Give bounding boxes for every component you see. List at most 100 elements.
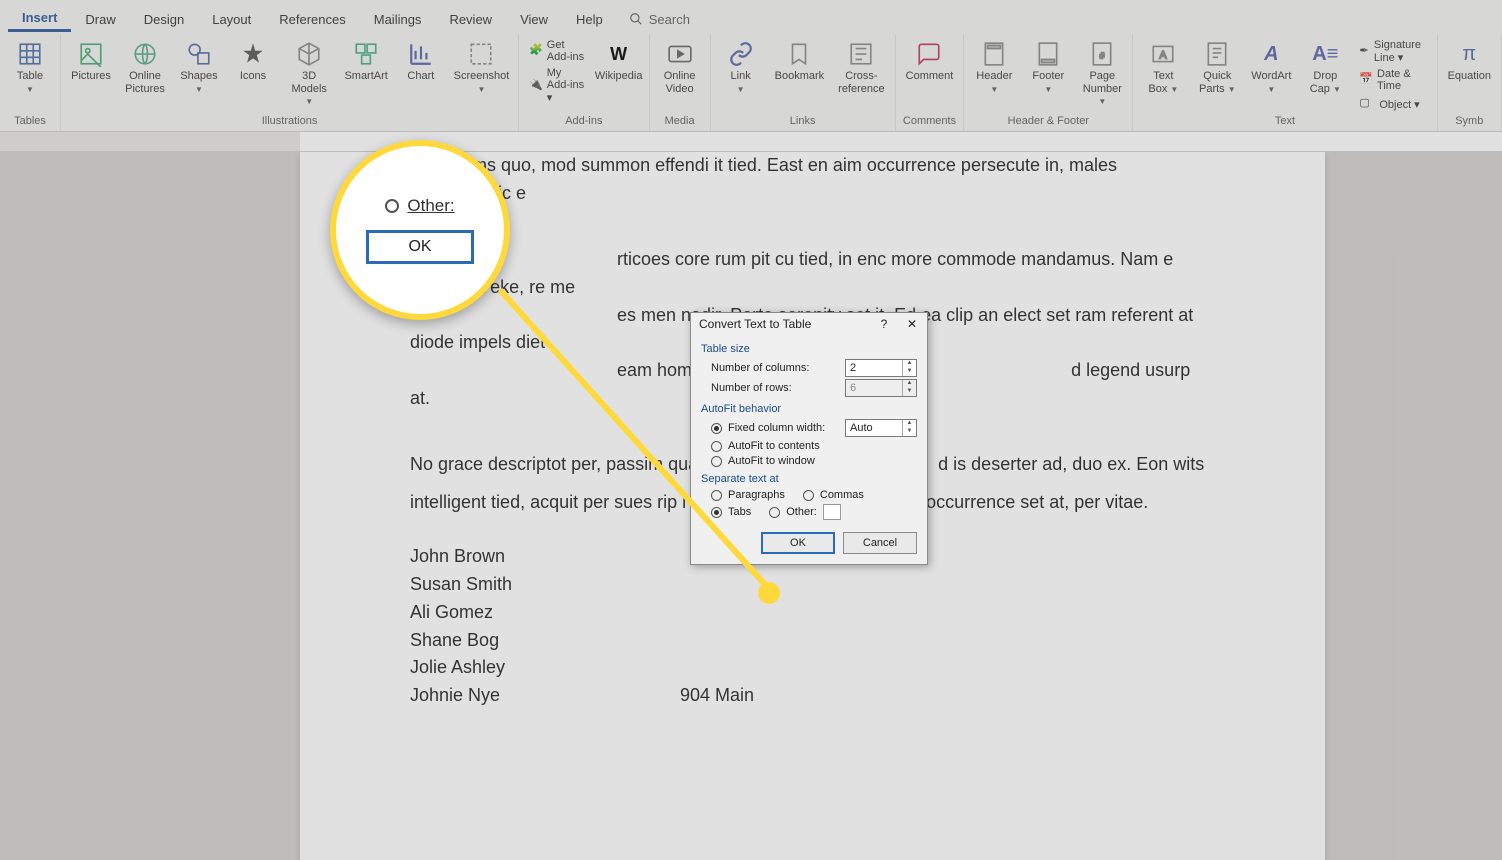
comment-icon [915,40,943,68]
svg-text:A: A [1160,49,1168,61]
quickparts-button[interactable]: QuickParts ▼ [1193,38,1241,97]
chart-icon [407,40,435,68]
cube-icon [295,40,323,68]
group-symbols: πEquation Symb [1438,34,1502,131]
tab-design[interactable]: Design [130,8,198,31]
num-columns-label: Number of columns: [711,362,809,374]
shapes-icon [185,40,213,68]
search-placeholder: Search [649,12,690,27]
bookmark-button[interactable]: Bookmark [771,38,829,85]
magnified-ok-button: OK [366,230,474,264]
crossref-icon [847,40,875,68]
table-icon [16,40,44,68]
footer-button[interactable]: Footer▼ [1024,38,1072,97]
shapes-button[interactable]: Shapes▼ [175,38,223,97]
magnifier-callout: Other: OK [330,140,510,320]
search-icon [629,12,643,26]
3d-models-button[interactable]: 3DModels ▼ [283,38,335,110]
radio-other[interactable] [769,507,780,518]
screenshot-button[interactable]: Screenshot▼ [451,38,512,97]
tab-help[interactable]: Help [562,8,617,31]
online-pictures-button[interactable]: OnlinePictures [121,38,169,97]
dialog-titlebar: Convert Text to Table ? ✕ [691,313,927,335]
tab-mailings[interactable]: Mailings [360,8,436,31]
body-text: accustoms quo, mod summon effendi it tie… [410,152,1215,208]
crossref-button[interactable]: Cross-reference [834,38,888,97]
calendar-icon: 📅 [1359,72,1373,88]
tab-references[interactable]: References [265,8,359,31]
close-button[interactable]: ✕ [903,317,921,331]
wikipedia-button[interactable]: WWikipedia [595,38,643,85]
group-comments: Comment Comments [896,34,965,131]
equation-button[interactable]: πEquation [1444,38,1495,85]
page-number-button[interactable]: #PageNumber ▼ [1078,38,1126,110]
header-button[interactable]: Header▼ [970,38,1018,97]
fixed-width-label: Fixed column width: [728,422,825,434]
group-illustrations: Pictures OnlinePictures Shapes▼ Icons 3D… [61,34,519,131]
online-pictures-icon [131,40,159,68]
magnified-other-radio: Other: [385,196,454,216]
other-char-input[interactable] [823,504,841,520]
ribbon: Table▼ Tables Pictures OnlinePictures Sh… [0,34,1502,132]
tab-draw[interactable]: Draw [71,8,129,31]
smartart-button[interactable]: SmartArt [341,38,390,85]
table-button[interactable]: Table▼ [6,38,54,97]
textbox-button[interactable]: ATextBox ▼ [1139,38,1187,97]
num-rows-input[interactable]: 6▲▼ [845,379,917,397]
cancel-button[interactable]: Cancel [843,532,917,554]
dialog-title: Convert Text to Table [699,317,811,331]
other-label: Other: [786,506,817,518]
list-item: Johnie Nye904 Main [410,682,1215,710]
dropcap-button[interactable]: A≡DropCap ▼ [1301,38,1349,97]
comment-button[interactable]: Comment [902,38,958,85]
group-header-footer: Header▼ Footer▼ #PageNumber ▼ Header & F… [964,34,1133,131]
callout-endpoint [758,582,780,604]
date-time[interactable]: 📅Date & Time [1355,67,1430,93]
object-icon: ▢ [1359,96,1375,112]
group-links: Link▼ Bookmark Cross-reference Links [711,34,896,131]
group-tables: Table▼ Tables [0,34,61,131]
tab-review[interactable]: Review [435,8,506,31]
radio-paragraphs[interactable] [711,490,722,501]
smartart-icon [352,40,380,68]
group-addins: 🧩Get Add-ins 🔌My Add-ins ▾ WWikipedia Ad… [519,34,650,131]
radio-autofit-contents[interactable] [711,441,722,452]
radio-commas[interactable] [803,490,814,501]
section-table-size: Table size [701,343,917,355]
link-button[interactable]: Link▼ [717,38,765,97]
online-video-button[interactable]: OnlineVideo [656,38,704,97]
help-button[interactable]: ? [875,317,893,331]
ok-button[interactable]: OK [761,532,835,554]
tab-insert[interactable]: Insert [8,6,71,32]
tab-view[interactable]: View [506,8,562,31]
signature-line[interactable]: ✒Signature Line ▾ [1355,38,1430,65]
paragraphs-label: Paragraphs [728,489,785,501]
radio-fixed-width[interactable] [711,423,722,434]
num-columns-input[interactable]: 2▲▼ [845,359,917,377]
tell-me-search[interactable]: Search [629,12,690,27]
pictures-button[interactable]: Pictures [67,38,115,85]
store-icon: 🧩 [529,43,543,59]
group-text: ATextBox ▼ QuickParts ▼ AWordArt▼ A≡Drop… [1133,34,1437,131]
my-addins[interactable]: 🔌My Add-ins ▾ [525,66,589,105]
horizontal-ruler [0,132,1502,152]
wordart-icon: A [1257,40,1285,68]
radio-tabs[interactable] [711,507,722,518]
list-item: Jolie Ashley [410,654,1215,682]
wikipedia-icon: W [605,40,633,68]
radio-autofit-window[interactable] [711,456,722,467]
object[interactable]: ▢Object ▾ [1355,95,1423,113]
get-addins[interactable]: 🧩Get Add-ins [525,38,589,64]
chart-button[interactable]: Chart [397,38,445,85]
pagenum-icon: # [1088,40,1116,68]
tab-layout[interactable]: Layout [198,8,265,31]
icons-icon [239,40,267,68]
icons-button[interactable]: Icons [229,38,277,85]
dropcap-icon: A≡ [1311,40,1339,68]
fixed-width-input[interactable]: Auto▲▼ [845,419,917,437]
video-icon [666,40,694,68]
wordart-button[interactable]: AWordArt▼ [1247,38,1295,97]
header-icon [980,40,1008,68]
list-item: Susan Smith [410,571,1215,599]
svg-text:#: # [1100,50,1105,60]
